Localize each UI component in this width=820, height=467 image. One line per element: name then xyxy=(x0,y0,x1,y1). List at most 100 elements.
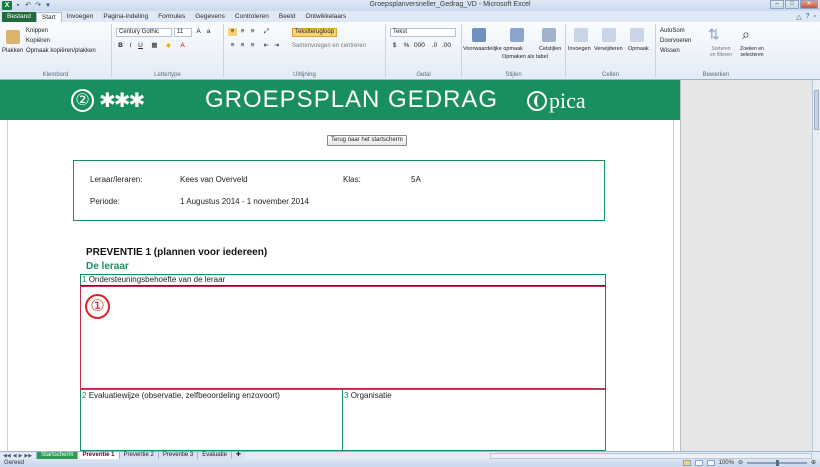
tab-start[interactable]: Start xyxy=(35,12,62,22)
number-format-select[interactable]: Tekst xyxy=(390,28,456,37)
align-middle-icon[interactable]: ≡ xyxy=(238,28,247,36)
restore-window-icon[interactable]: ▫ xyxy=(814,13,816,21)
percent-icon[interactable]: % xyxy=(402,42,411,50)
tab-data[interactable]: Gegevens xyxy=(190,12,230,22)
grow-font-icon[interactable]: A xyxy=(194,28,203,36)
last-sheet-icon[interactable]: ▶▶ xyxy=(24,453,32,459)
undo-icon[interactable]: ↶ xyxy=(24,2,32,9)
period-value[interactable]: 1 Augustus 2014 - 1 november 2014 xyxy=(180,197,309,206)
indent-increase-icon[interactable]: ⇥ xyxy=(272,42,281,50)
status-right: 100% ⊖ ⊕ xyxy=(682,459,816,467)
format-cells-button[interactable]: Opmaak xyxy=(628,46,649,52)
first-sheet-icon[interactable]: ◀◀ xyxy=(3,453,11,459)
align-left-icon[interactable]: ≡ xyxy=(228,42,237,50)
minimize-ribbon-icon[interactable]: △ xyxy=(796,13,801,21)
copy-button[interactable]: Kopiëren xyxy=(26,38,50,44)
scroll-thumb[interactable] xyxy=(814,90,819,130)
tab-review[interactable]: Controleren xyxy=(230,12,274,22)
evaluation-method-cell[interactable]: 2 Evaluatiewijze (observatie, zelfbeoord… xyxy=(80,389,343,451)
conditional-format-button[interactable]: Voorwaardelijke opmaak xyxy=(463,46,523,52)
zoom-out-icon[interactable]: ⊖ xyxy=(738,459,743,467)
tab-developer[interactable]: Ontwikkelaars xyxy=(300,12,351,22)
next-sheet-icon[interactable]: ▶ xyxy=(19,453,23,459)
insert-cells-button[interactable]: Invoegen xyxy=(568,46,591,52)
worksheet[interactable]: ② ✱✱✱ GROEPSPLAN GEDRAG pica Terug naar … xyxy=(0,80,812,451)
font-size-select[interactable]: 11 xyxy=(174,28,192,37)
fill-color-icon[interactable]: ◆ xyxy=(164,42,173,50)
excel-logo-icon[interactable]: X xyxy=(2,1,12,10)
paste-icon[interactable] xyxy=(6,30,20,44)
find-select-icon[interactable]: ⌕ xyxy=(742,26,750,43)
align-right-icon[interactable]: ≡ xyxy=(248,42,257,50)
format-painter-button[interactable]: Opmaak kopiëren/plakken xyxy=(26,48,96,54)
cell-styles-button[interactable]: Celstijlen xyxy=(539,46,561,52)
bold-button[interactable]: B xyxy=(116,42,125,50)
cell-styles-icon[interactable] xyxy=(542,28,556,42)
children-logo-icon: ✱✱✱ xyxy=(99,90,145,112)
italic-button[interactable]: I xyxy=(126,42,135,50)
delete-cells-icon[interactable] xyxy=(602,28,616,42)
decrease-decimal-icon[interactable]: .00 xyxy=(442,42,451,50)
paste-button[interactable]: Plakken xyxy=(2,48,23,54)
merge-center-button[interactable]: Samenvoegen en centreren xyxy=(292,43,366,49)
sort-filter-button[interactable]: Sorteren en filteren xyxy=(708,46,734,58)
underline-button[interactable]: U xyxy=(136,42,145,50)
class-value[interactable]: 5A xyxy=(411,175,421,184)
border-icon[interactable]: ▦ xyxy=(150,42,159,50)
status-bar: Gereed 100% ⊖ ⊕ xyxy=(0,459,820,467)
tab-insert[interactable]: Invoegen xyxy=(62,12,99,22)
sort-filter-icon[interactable]: ⇅ xyxy=(708,26,720,43)
vertical-scrollbar[interactable] xyxy=(812,80,820,451)
tab-file[interactable]: Bestand xyxy=(2,12,36,22)
insert-cells-icon[interactable] xyxy=(574,28,588,42)
find-select-button[interactable]: Zoeken en selecteren xyxy=(736,46,768,58)
font-family-select[interactable]: Century Gothic xyxy=(116,28,172,37)
orientation-icon[interactable]: ⤢ xyxy=(262,28,271,36)
alignment-group: ≡ ≡ ≡ ⤢ Tekstterugloop ≡ ≡ ≡ ⇤ ⇥ Samenvo… xyxy=(224,24,386,78)
maximize-button[interactable]: □ xyxy=(785,0,799,9)
align-top-icon[interactable]: ≡ xyxy=(228,28,237,36)
align-bottom-icon[interactable]: ≡ xyxy=(248,28,257,36)
font-color-icon[interactable]: A xyxy=(178,42,187,50)
format-table-icon[interactable] xyxy=(510,28,524,42)
prevention-title: PREVENTIE 1 (plannen voor iedereen) xyxy=(86,247,268,258)
align-center-icon[interactable]: ≡ xyxy=(238,42,247,50)
indent-decrease-icon[interactable]: ⇤ xyxy=(262,42,271,50)
zoom-slider[interactable] xyxy=(746,460,807,466)
fill-button[interactable]: Doorvoeren xyxy=(660,38,691,44)
redo-icon[interactable]: ↷ xyxy=(34,2,42,9)
page-layout-view-icon[interactable] xyxy=(694,460,703,466)
save-icon[interactable]: ▪ xyxy=(14,2,22,9)
zoom-in-icon[interactable]: ⊕ xyxy=(811,459,816,467)
prev-sheet-icon[interactable]: ◀ xyxy=(13,453,17,459)
conditional-format-icon[interactable] xyxy=(472,28,486,42)
format-table-button[interactable]: Opmaken als tabel xyxy=(502,54,548,60)
pica-mark-icon xyxy=(527,91,547,111)
support-needs-cell[interactable] xyxy=(80,286,606,389)
organisation-cell[interactable]: 3 Organisatie xyxy=(342,389,606,451)
currency-icon[interactable]: $ xyxy=(390,42,399,50)
shrink-font-icon[interactable]: a xyxy=(204,28,213,36)
cut-button[interactable]: Knippen xyxy=(26,28,48,34)
customize-toolbar-icon[interactable]: ▾ xyxy=(44,2,52,9)
normal-view-icon[interactable] xyxy=(682,460,691,466)
delete-cells-button[interactable]: Verwijderen xyxy=(594,46,623,52)
close-button[interactable]: ✕ xyxy=(800,0,818,9)
clear-button[interactable]: Wissen xyxy=(660,48,680,54)
help-icon[interactable]: ? xyxy=(806,13,810,21)
tab-view[interactable]: Beeld xyxy=(274,12,301,22)
section-label: Organisatie xyxy=(350,391,392,400)
info-box xyxy=(73,160,605,221)
tab-formulas[interactable]: Formules xyxy=(153,12,190,22)
teacher-value[interactable]: Kees van Overveld xyxy=(180,175,248,184)
increase-decimal-icon[interactable]: .0 xyxy=(430,42,439,50)
format-cells-icon[interactable] xyxy=(630,28,644,42)
wrap-text-button[interactable]: Tekstterugloop xyxy=(292,28,338,37)
tab-page-layout[interactable]: Pagina-indeling xyxy=(98,12,153,22)
page-break-view-icon[interactable] xyxy=(706,460,715,466)
thousands-icon[interactable]: 000 xyxy=(414,42,425,50)
minimize-button[interactable]: – xyxy=(770,0,784,9)
back-to-start-button[interactable]: Terug naar het startscherm xyxy=(327,135,407,146)
zoom-level[interactable]: 100% xyxy=(719,459,734,467)
autosum-button[interactable]: AutoSom xyxy=(660,28,685,34)
